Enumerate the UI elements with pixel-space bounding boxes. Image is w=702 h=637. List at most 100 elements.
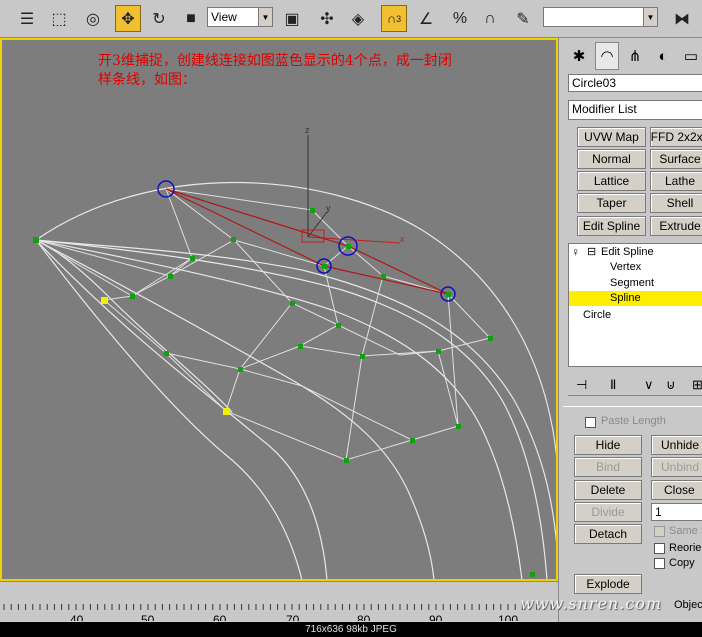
command-panel: ✱ ◠ ⋔ ◐ ▭ Circle03 Modifier List UVW Map… bbox=[558, 38, 702, 622]
rotate-icon[interactable]: ↻ bbox=[146, 5, 172, 32]
watermark: www.snren.com bbox=[520, 594, 663, 613]
pin-stack-icon[interactable]: ⊣ bbox=[576, 377, 587, 393]
same-shape-label: Same Shp bbox=[669, 525, 702, 537]
stack-item-segment[interactable]: Segment bbox=[610, 276, 654, 291]
keyboard-shortcut-icon[interactable]: ◈ bbox=[345, 5, 371, 32]
lightbulb-icon[interactable]: ♀ bbox=[571, 245, 580, 260]
vertex-point bbox=[290, 301, 295, 306]
delete-button[interactable]: Delete bbox=[574, 480, 642, 500]
view-select-value: View bbox=[211, 10, 237, 24]
normal-button[interactable]: Normal bbox=[577, 149, 646, 169]
ruler-label: 40 bbox=[70, 613, 84, 621]
image-info-text: 716x636 98kb JPEG bbox=[305, 624, 397, 635]
reorient-label: Reorient bbox=[669, 542, 702, 554]
object-name-field[interactable]: Circle03 bbox=[568, 74, 702, 92]
first-vertex-point bbox=[223, 408, 230, 415]
bind-button[interactable]: Bind bbox=[574, 457, 642, 477]
modify-tab-icon[interactable]: ◠ bbox=[595, 42, 619, 70]
outer-arc bbox=[35, 182, 556, 457]
spinner-snap-icon[interactable]: ∩ bbox=[477, 5, 503, 32]
chevron-down-icon: ▼ bbox=[258, 8, 272, 26]
lattice-button[interactable]: Lattice bbox=[577, 171, 646, 191]
vertex-point bbox=[238, 367, 243, 372]
hide-button[interactable]: Hide bbox=[574, 435, 642, 455]
reorient-checkbox[interactable] bbox=[654, 543, 665, 554]
uvw-map-button[interactable]: UVW Map bbox=[577, 127, 646, 147]
perspective-viewport[interactable]: 开3维捕捉，创建线连接如图蓝色显示的4个点，成一封闭 样条线，如图： z y x bbox=[0, 38, 558, 581]
stack-item-circle[interactable]: Circle bbox=[583, 308, 611, 323]
percent-snap-icon[interactable]: % bbox=[447, 5, 473, 32]
make-unique-icon[interactable]: ∨ bbox=[644, 377, 654, 393]
hierarchy-tab-icon[interactable]: ⋔ bbox=[623, 42, 647, 70]
named-selection-select[interactable]: ▼ bbox=[543, 7, 658, 27]
chevron-down-icon: ▼ bbox=[643, 8, 657, 26]
mirror-icon[interactable]: ⧓ bbox=[669, 5, 695, 32]
detach-button[interactable]: Detach bbox=[574, 524, 642, 544]
close-button[interactable]: Close bbox=[651, 480, 702, 500]
lattice-line bbox=[447, 293, 491, 339]
stack-item-edit-spline[interactable]: Edit Spline bbox=[601, 245, 654, 260]
modifier-list-select[interactable]: Modifier List bbox=[568, 100, 702, 120]
gizmo-z-label: z bbox=[305, 125, 310, 135]
vertex-point bbox=[446, 292, 451, 297]
annotation-line-2: 样条线，如图： bbox=[98, 72, 196, 88]
taper-button[interactable]: Taper bbox=[577, 193, 646, 213]
unbind-button[interactable]: Unbind bbox=[651, 457, 702, 477]
pivot-center-icon[interactable]: ▣ bbox=[279, 5, 305, 32]
stack-tools-bar: ⊣ Ⅱ ∨ ⊍ ⊞ bbox=[568, 374, 702, 396]
snap-mode-label: 3 bbox=[396, 13, 402, 24]
divide-button[interactable]: Divide bbox=[574, 502, 642, 522]
ffd-button[interactable]: FFD 2x2x2 bbox=[650, 127, 702, 147]
display-tab-icon[interactable]: ▭ bbox=[679, 42, 702, 70]
remove-modifier-icon[interactable]: ⊍ bbox=[666, 377, 676, 393]
instruction-annotation: 开3维捕捉，创建线连接如图蓝色显示的4个点，成一封闭 样条线，如图： bbox=[98, 52, 556, 90]
select-region-icon[interactable]: ⬚ bbox=[46, 5, 72, 32]
reference-coord-select[interactable]: View ▼ bbox=[207, 7, 273, 27]
copy-checkbox[interactable] bbox=[654, 558, 665, 569]
vertex-point bbox=[190, 256, 195, 261]
configure-sets-icon[interactable]: ⊞ bbox=[692, 377, 702, 393]
snap-3d-toggle[interactable]: ∩ 3 bbox=[381, 5, 407, 32]
vertex-point bbox=[322, 264, 327, 269]
divide-count-field[interactable]: 1 bbox=[651, 503, 702, 521]
stack-item-spline[interactable]: Spline bbox=[569, 291, 702, 306]
ruler-label: 70 bbox=[286, 613, 300, 621]
named-selection-icon[interactable]: ✎ bbox=[510, 5, 536, 32]
edit-spline-button[interactable]: Edit Spline bbox=[577, 216, 646, 236]
select-move-icon[interactable]: ✥ bbox=[115, 5, 141, 32]
paste-length-checkbox[interactable] bbox=[585, 417, 596, 428]
unhide-all-button[interactable]: Unhide All bbox=[651, 435, 702, 455]
surface-button[interactable]: Surface bbox=[650, 149, 702, 169]
shell-button[interactable]: Shell bbox=[650, 193, 702, 213]
vertex-point bbox=[164, 351, 169, 356]
scale-icon[interactable]: ■ bbox=[178, 5, 204, 32]
explode-button[interactable]: Explode bbox=[574, 574, 642, 594]
main-toolbar: ☰ ⬚ ◎ ✥ ↻ ■ View ▼ ▣ ✣ ◈ ∩ 3 ∠ % ∩ ✎ ▼ ⧓ bbox=[0, 0, 702, 38]
arc-4 bbox=[35, 239, 523, 579]
select-filter-icon[interactable]: ☰ bbox=[14, 5, 40, 32]
select-manipulate-icon[interactable]: ✣ bbox=[314, 5, 340, 32]
show-end-result-icon[interactable]: Ⅱ bbox=[610, 377, 616, 393]
timeline-ruler[interactable]: 40 50 60 70 80 90 100 bbox=[0, 581, 558, 621]
gizmo-y-label: y bbox=[326, 203, 331, 213]
select-object-icon[interactable]: ◎ bbox=[80, 5, 106, 32]
objects-radio-label[interactable]: Objects bbox=[674, 599, 702, 611]
motion-tab-icon[interactable]: ◐ bbox=[651, 42, 675, 70]
create-tab-icon[interactable]: ✱ bbox=[567, 42, 591, 70]
ruler-label: 80 bbox=[357, 613, 371, 621]
vertex-point bbox=[310, 208, 315, 213]
modifier-stack[interactable]: ♀ ⊟ Edit Spline Vertex Segment Spline Ci… bbox=[568, 243, 702, 367]
lattice-line bbox=[131, 257, 193, 297]
angle-snap-icon[interactable]: ∠ bbox=[413, 5, 439, 32]
vertex-point bbox=[130, 294, 135, 299]
ruler-label: 50 bbox=[141, 613, 155, 621]
lattice-line bbox=[103, 265, 339, 370]
stack-item-vertex[interactable]: Vertex bbox=[610, 260, 641, 275]
extrude-button[interactable]: Extrude bbox=[650, 216, 702, 236]
vertex-point bbox=[33, 237, 39, 243]
collapse-icon[interactable]: ⊟ bbox=[587, 245, 596, 260]
same-shape-checkbox[interactable] bbox=[654, 526, 665, 537]
lattice-line bbox=[239, 368, 413, 441]
arc-5 bbox=[35, 239, 435, 579]
lathe-button[interactable]: Lathe bbox=[650, 171, 702, 191]
